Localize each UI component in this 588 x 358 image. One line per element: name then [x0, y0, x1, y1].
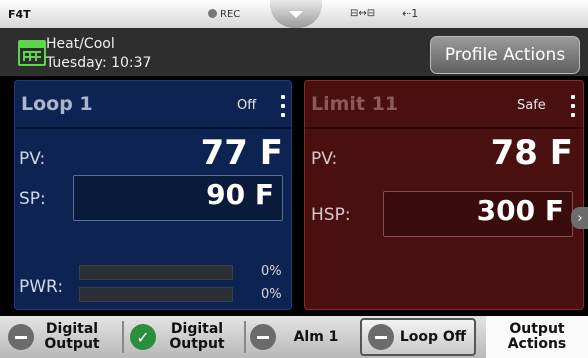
digital-output-2-button[interactable]: ✓ Digital Output [130, 316, 238, 358]
usb-icon: ⇠1 [402, 7, 419, 20]
pwr-label: PWR: [19, 277, 64, 297]
loop-state: Off [237, 98, 257, 113]
hsp-field[interactable]: 300 F [383, 191, 573, 237]
profile-name: Heat/Cool [46, 36, 115, 52]
minus-circle-icon [250, 324, 276, 350]
hsp-label: HSP: [311, 205, 351, 225]
status-bar: F4T REC ⊟↔⊟ ⇠1 [0, 0, 588, 28]
power-bar-1 [79, 265, 233, 280]
divider [122, 321, 124, 353]
loop-title: Loop 1 [21, 93, 93, 115]
limit-title: Limit 11 [311, 93, 399, 115]
sp-value: 90 F [206, 178, 274, 211]
record-icon [208, 9, 217, 18]
check-circle-icon: ✓ [130, 324, 156, 350]
pv-value: 77 F [200, 133, 283, 173]
power-value-1: 0% [261, 264, 282, 279]
chevron-right-icon[interactable]: › [571, 207, 588, 229]
profile-actions-button[interactable]: Profile Actions [430, 36, 580, 74]
record-label: REC [220, 9, 241, 20]
divider [244, 321, 246, 353]
output-actions-label: Output Actions [507, 321, 567, 352]
record-indicator: REC [208, 9, 240, 20]
minus-circle-icon [8, 324, 34, 350]
panel-divider [15, 127, 291, 129]
limit-pv-value: 78 F [490, 133, 573, 173]
limit-pv-label: PV: [311, 149, 338, 169]
calendar-icon [18, 40, 46, 66]
main-menu-tab[interactable] [270, 0, 322, 28]
limit-state: Safe [517, 98, 546, 113]
alarm-1-button[interactable]: Alm 1 [250, 316, 356, 358]
sp-label: SP: [19, 189, 46, 209]
hsp-value: 300 F [476, 194, 564, 227]
brand-label: F4T [8, 8, 31, 21]
minus-circle-icon [368, 324, 394, 350]
loop-off-label: Loop Off [399, 328, 467, 345]
loop-off-button[interactable]: Loop Off [360, 318, 476, 356]
more-vert-icon[interactable] [571, 95, 577, 117]
menu-down-icon [289, 10, 303, 18]
digital-output-2-label: Digital Output [169, 321, 225, 352]
digital-output-1-button[interactable]: Digital Output [8, 316, 110, 358]
loop-panel[interactable]: Loop 1 Off PV: 77 F SP: 90 F PWR: 0% 0% [14, 80, 292, 310]
output-actions-button[interactable]: Output Actions [486, 316, 588, 358]
digital-output-1-label: Digital Output [44, 321, 100, 352]
profile-time: Tuesday: 10:37 [46, 55, 152, 71]
power-value-2: 0% [261, 287, 282, 302]
sp-field[interactable]: 90 F [73, 175, 283, 221]
alarm-1-label: Alm 1 [293, 328, 339, 345]
pv-label: PV: [19, 149, 46, 169]
more-vert-icon[interactable] [281, 95, 287, 117]
power-bar-2 [79, 287, 233, 302]
network-icon: ⊟↔⊟ [350, 8, 376, 19]
limit-panel[interactable]: Limit 11 Safe PV: 78 F HSP: 300 F [304, 80, 584, 310]
panel-divider [305, 127, 583, 129]
